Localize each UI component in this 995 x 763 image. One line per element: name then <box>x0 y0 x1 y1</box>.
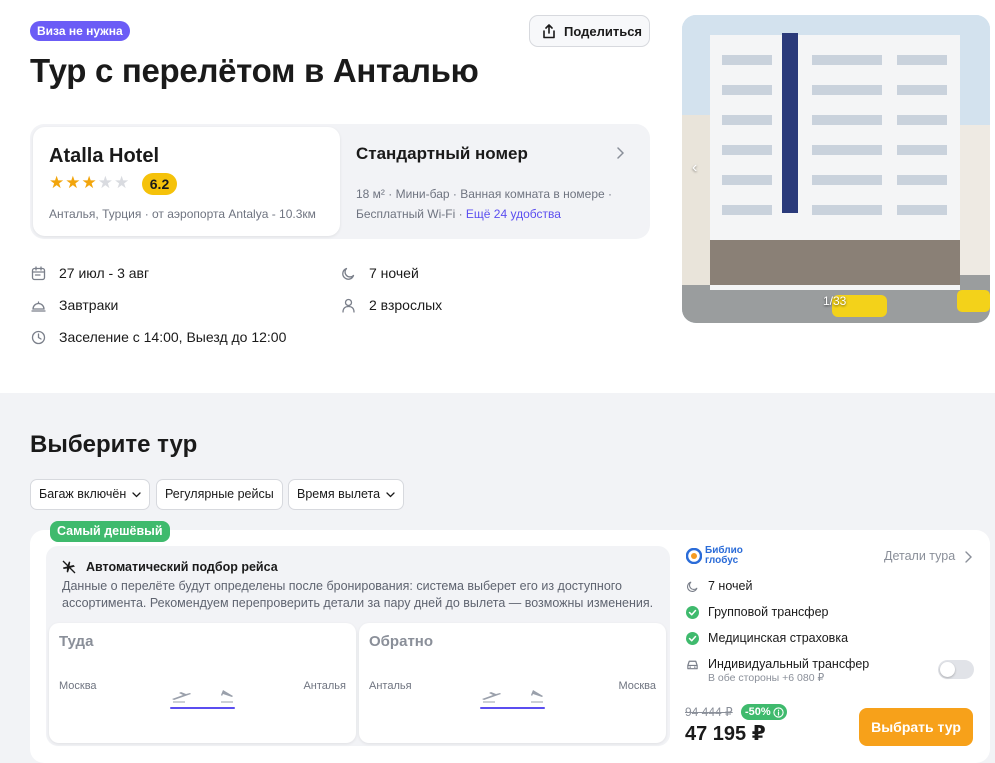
chevron-down-icon <box>132 491 141 497</box>
star-empty-icon: ★ <box>97 173 113 192</box>
leg-from: Москва <box>59 680 97 692</box>
star-filled-icon: ★ <box>65 173 81 192</box>
discount-badge: -50% <box>741 704 787 720</box>
tour-card: Автоматический подбор рейса Данные о пер… <box>30 530 990 763</box>
hotel-name: Atalla Hotel <box>49 145 160 167</box>
visa-badge: Виза не нужна <box>30 21 130 41</box>
moon-icon <box>342 267 355 280</box>
chevron-right-icon <box>965 551 973 563</box>
leg-line <box>170 707 235 709</box>
leg-title: Обратно <box>369 633 434 650</box>
tour-nights: 7 ночей <box>686 579 752 593</box>
individual-transfer-price: В обе стороны +6 080 ₽ <box>708 672 825 684</box>
tour-price: 47 195 ₽ <box>685 723 766 745</box>
filter-regular-flights[interactable]: Регулярные рейсы <box>156 479 283 510</box>
star-filled-icon: ★ <box>49 173 65 192</box>
chevron-right-icon[interactable] <box>616 146 625 164</box>
tour-insurance-text: Медицинская страховка <box>708 631 849 645</box>
leg-line <box>480 707 545 709</box>
trip-dates-text: 27 июл - 3 авг <box>59 265 150 281</box>
more-amenities-link[interactable]: Ещё 24 удобства <box>466 207 561 221</box>
hotel-photo <box>682 15 990 323</box>
hotel-summary-section: Виза не нужна Поделиться Тур с перелётом… <box>0 0 995 393</box>
rating-badge: 6.2 <box>142 173 177 195</box>
room-features-line: 18 м² · Мини-бар · Ванная комната в номе… <box>356 187 612 201</box>
leg-to: Москва <box>618 680 656 692</box>
select-tour-button[interactable]: Выбрать тур <box>859 708 973 746</box>
operator-logo: Библио глобус <box>686 546 743 566</box>
tour-insurance: Медицинская страховка <box>686 631 848 645</box>
trip-meals-text: Завтраки <box>59 297 119 313</box>
discount-value: -50% <box>745 706 771 718</box>
chevron-down-icon <box>386 491 395 497</box>
share-icon <box>543 23 555 38</box>
info-icon[interactable] <box>773 706 784 718</box>
chevron-left-icon[interactable]: ‹ <box>692 159 697 177</box>
individual-transfer-toggle[interactable] <box>938 660 974 679</box>
page-title: Тур с перелётом в Анталью <box>30 52 479 89</box>
tour-individual-transfer-text: Индивидуальный трансфер <box>708 657 870 671</box>
check-circle-icon <box>686 605 699 619</box>
old-price: 94 444 ₽ <box>685 705 733 719</box>
trip-guests: 2 взрослых <box>341 297 442 313</box>
clock-icon <box>31 330 46 344</box>
hotel-location: Анталья, Турция · от аэропорта Antalya -… <box>49 207 316 221</box>
trip-dates: 27 июл - 3 авг <box>31 265 149 281</box>
plane-crossed-icon <box>62 560 76 574</box>
trip-checkin-text: Заселение с 14:00, Выезд до 12:00 <box>59 329 287 345</box>
filter-label: Время вылета <box>297 487 381 501</box>
leg-title: Туда <box>59 633 94 650</box>
tour-selection-section: Выберите тур Багаж включён Регулярные ре… <box>0 393 995 763</box>
gallery-counter: 1/33 <box>823 294 847 308</box>
hotel-info-card[interactable]: Atalla Hotel ★ ★ ★ ★ ★ 6.2 Анталья, Турц… <box>33 127 340 236</box>
share-label: Поделиться <box>564 23 643 39</box>
trip-meals: Завтраки <box>31 297 118 313</box>
room-features-line: Бесплатный Wi-Fi · <box>356 207 466 221</box>
cloche-icon <box>31 300 46 312</box>
tour-details-link[interactable]: Детали тура <box>884 549 973 563</box>
hotel-photo-gallery[interactable]: ‹ 1/33 <box>682 15 990 323</box>
trip-nights: 7 ночей <box>341 265 419 281</box>
hotel-stars: ★ ★ ★ ★ ★ <box>49 174 129 192</box>
takeoff-landing-icons <box>482 690 543 703</box>
room-title[interactable]: Стандартный номер <box>356 144 528 164</box>
calendar-icon <box>31 265 46 280</box>
star-filled-icon: ★ <box>81 173 97 192</box>
trip-guests-text: 2 взрослых <box>369 297 443 313</box>
person-icon <box>342 298 355 313</box>
share-button[interactable]: Поделиться <box>529 15 650 47</box>
moon-icon <box>687 581 698 592</box>
hotel-room-card: Atalla Hotel ★ ★ ★ ★ ★ 6.2 Анталья, Турц… <box>30 124 650 239</box>
car-icon <box>687 660 698 669</box>
filter-label: Багаж включён <box>39 487 127 501</box>
flight-info-box: Автоматический подбор рейса Данные о пер… <box>46 546 670 746</box>
flight-heading-text: Автоматический подбор рейса <box>86 560 278 574</box>
tour-group-transfer-text: Групповой трансфер <box>708 605 829 619</box>
tour-nights-text: 7 ночей <box>708 579 753 593</box>
filter-baggage[interactable]: Багаж включён <box>30 479 151 510</box>
flight-heading: Автоматический подбор рейса <box>62 560 278 574</box>
check-circle-icon <box>686 631 699 645</box>
operator-name-line: глобус <box>705 555 739 566</box>
star-empty-icon: ★ <box>114 173 130 192</box>
filter-label: Регулярные рейсы <box>165 487 274 501</box>
tour-group-transfer: Групповой трансфер <box>686 605 829 619</box>
trip-nights-text: 7 ночей <box>369 265 419 281</box>
flight-leg-outbound: Туда Москва Анталья <box>49 623 356 743</box>
room-features: 18 м² · Мини-бар · Ванная комната в номе… <box>356 184 636 224</box>
flight-description: Данные о перелёте будут определены после… <box>62 579 654 610</box>
choose-tour-title: Выберите тур <box>30 431 198 458</box>
takeoff-landing-icons <box>172 690 233 703</box>
leg-from: Анталья <box>369 680 412 692</box>
tour-individual-transfer: Индивидуальный трансфер <box>686 657 869 671</box>
cheapest-badge: Самый дешёвый <box>50 521 170 542</box>
operator-logo-icon <box>686 548 702 564</box>
filter-departure-time[interactable]: Время вылета <box>288 479 405 510</box>
leg-to: Анталья <box>303 680 346 692</box>
trip-checkin: Заселение с 14:00, Выезд до 12:00 <box>31 329 286 345</box>
tour-details-label: Детали тура <box>884 549 956 563</box>
flight-leg-return: Обратно Анталья Москва <box>359 623 666 743</box>
